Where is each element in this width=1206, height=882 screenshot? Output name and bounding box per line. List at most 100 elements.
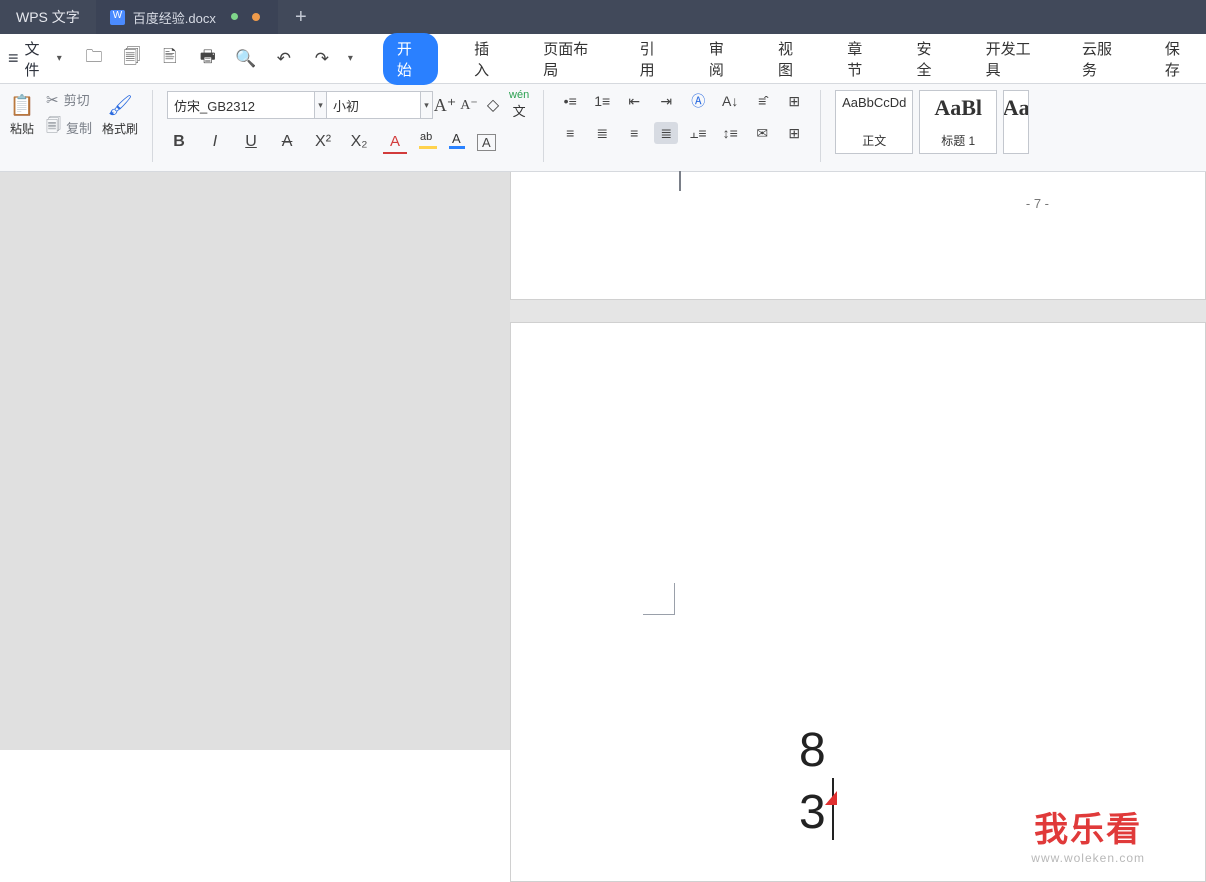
highlight-icon[interactable]	[419, 135, 437, 149]
align-center-icon[interactable]: ≣	[590, 122, 614, 144]
ribbon: 📋 粘贴 ✂ 剪切 🗐 复制 🖌 格式刷 ▾	[0, 84, 1206, 172]
group-clipboard: 📋 粘贴 ✂ 剪切 🗐 复制 🖌 格式刷	[8, 90, 138, 140]
line-height-icon[interactable]: ↕≡	[718, 122, 742, 144]
page-number: - 7 -	[1026, 196, 1049, 211]
style-preview: AaBbCcDd	[842, 95, 906, 110]
export-pdf-icon[interactable]: 🖹	[158, 47, 182, 71]
increase-font-icon[interactable]: A⁺	[433, 93, 457, 117]
increase-indent-icon[interactable]: ⇥	[654, 90, 678, 112]
hamburger-icon[interactable]: ≡	[8, 48, 19, 69]
tab-developer[interactable]: 开发工具	[980, 34, 1046, 84]
undo-icon[interactable]: ↶	[272, 47, 296, 71]
cut-button[interactable]: ✂ 剪切	[46, 90, 92, 109]
watermark-url: www.woleken.com	[1031, 851, 1145, 865]
tab-review[interactable]: 审阅	[703, 34, 742, 84]
file-menu-label: 文件	[25, 38, 53, 80]
separator	[543, 90, 544, 162]
bullets-icon[interactable]: •≡	[558, 90, 582, 112]
style-preview: AaBl	[934, 95, 982, 121]
numbering-icon[interactable]: 1≡	[590, 90, 614, 112]
strikethrough-icon[interactable]: A	[275, 130, 299, 154]
distribute-icon[interactable]: ⫠≡	[686, 122, 710, 144]
italic-icon[interactable]: I	[203, 130, 227, 154]
text-cursor-icon	[832, 778, 834, 840]
style-normal[interactable]: AaBbCcDd 正文	[835, 90, 913, 154]
redo-icon[interactable]: ↷	[310, 47, 334, 71]
cut-label: 剪切	[64, 90, 90, 109]
qa-caret-icon[interactable]: ▾	[348, 53, 353, 64]
tab-save[interactable]: 保存	[1159, 34, 1198, 84]
page-current[interactable]: 8 3 我乐看 www.woleken.com	[510, 322, 1206, 882]
style-next[interactable]: Aa	[1003, 90, 1029, 154]
style-preview: Aa	[1003, 95, 1029, 121]
align-justify-icon[interactable]: ≣	[654, 122, 678, 144]
decrease-indent-icon[interactable]: ⇤	[622, 90, 646, 112]
paste-icon: 📋	[8, 93, 36, 117]
page-previous-strip[interactable]: - 7 -	[510, 172, 1206, 300]
format-painter-button[interactable]: 🖌 格式刷	[102, 93, 138, 137]
add-tab-button[interactable]: +	[278, 0, 324, 34]
font-name-select[interactable]	[167, 91, 315, 119]
show-marks-icon[interactable]: ⊞	[782, 90, 806, 112]
titlebar: WPS 文字 百度经验.docx +	[0, 0, 1206, 34]
print-icon[interactable]: 🖶	[196, 47, 220, 71]
margin-corner-icon	[643, 583, 675, 615]
font-name-caret-icon[interactable]: ▾	[315, 91, 327, 119]
tab-filename: 百度经验.docx	[133, 8, 216, 27]
line-spacing-icon[interactable]: ≡̂	[750, 90, 774, 112]
sort-icon[interactable]: A↓	[718, 90, 742, 112]
separator	[152, 90, 153, 162]
copy-label: 复制	[66, 118, 92, 137]
tab-layout[interactable]: 页面布局	[537, 34, 603, 84]
font-color-icon[interactable]	[449, 135, 465, 149]
style-label: 标题 1	[941, 132, 975, 149]
decrease-font-icon[interactable]: A⁻	[457, 93, 481, 117]
tab-view[interactable]: 视图	[772, 34, 811, 84]
paste-button[interactable]: 📋 粘贴	[8, 93, 36, 137]
app-title: WPS 文字	[0, 0, 96, 34]
document-icon	[110, 10, 125, 25]
font-size-select[interactable]	[327, 91, 421, 119]
watermark: 我乐看 www.woleken.com	[1031, 802, 1145, 865]
tab-security[interactable]: 安全	[910, 34, 949, 84]
group-font: ▾ ▾ A⁺ A⁻ ◇ wén 文 B I U A X² X₂ A A	[167, 90, 529, 154]
bold-icon[interactable]: B	[167, 130, 191, 154]
tab-home[interactable]: 开始	[383, 33, 438, 85]
group-styles: AaBbCcDd 正文 AaBl 标题 1 Aa	[835, 90, 1029, 154]
tab-insert[interactable]: 插入	[468, 34, 507, 84]
cut-icon: ✂	[46, 91, 59, 109]
status-dot-green-icon	[231, 13, 238, 20]
enclosed-char-icon[interactable]: A	[477, 134, 496, 151]
text-effects-icon[interactable]: A	[383, 130, 407, 154]
document-tab[interactable]: 百度经验.docx	[96, 0, 278, 34]
open-icon[interactable]: 🗀	[82, 47, 106, 71]
document-body-text[interactable]: 8 3	[799, 723, 902, 840]
align-right-icon[interactable]: ≡	[622, 122, 646, 144]
text-direction-icon[interactable]: Ⓐ	[686, 90, 710, 112]
copy-button[interactable]: 🗐 复制	[46, 115, 92, 140]
subscript-icon[interactable]: X₂	[347, 130, 371, 154]
group-paragraph: •≡ 1≡ ⇤ ⇥ Ⓐ A↓ ≡̂ ⊞ ≡ ≣ ≡ ≣ ⫠≡ ↕≡ ✉ ⊞	[558, 90, 806, 144]
tab-chapter[interactable]: 章节	[841, 34, 880, 84]
caret-down-icon: ▾	[57, 53, 62, 64]
style-heading1[interactable]: AaBl 标题 1	[919, 90, 997, 154]
tab-references[interactable]: 引用	[634, 34, 673, 84]
underline-icon[interactable]: U	[239, 130, 263, 154]
style-label: 正文	[862, 132, 886, 149]
file-menu[interactable]: 文件 ▾	[25, 38, 62, 80]
paste-label: 粘贴	[10, 120, 34, 137]
borders-icon[interactable]: ⊞	[782, 122, 806, 144]
clear-format-icon[interactable]: ◇	[481, 93, 505, 117]
brush-icon: 🖌	[106, 93, 134, 117]
spellcheck-marker-icon	[825, 791, 837, 805]
align-left-icon[interactable]: ≡	[558, 122, 582, 144]
tab-cloud[interactable]: 云服务	[1076, 34, 1129, 84]
save-icon[interactable]: 🗐	[120, 47, 144, 71]
font-size-caret-icon[interactable]: ▾	[421, 91, 433, 119]
separator	[820, 90, 821, 162]
shading-icon[interactable]: ✉	[750, 122, 774, 144]
superscript-icon[interactable]: X²	[311, 130, 335, 154]
copy-icon: 🗐	[46, 115, 61, 140]
print-preview-icon[interactable]: 🔍	[234, 47, 258, 71]
phonetic-guide-icon[interactable]: wén 文	[509, 90, 529, 120]
